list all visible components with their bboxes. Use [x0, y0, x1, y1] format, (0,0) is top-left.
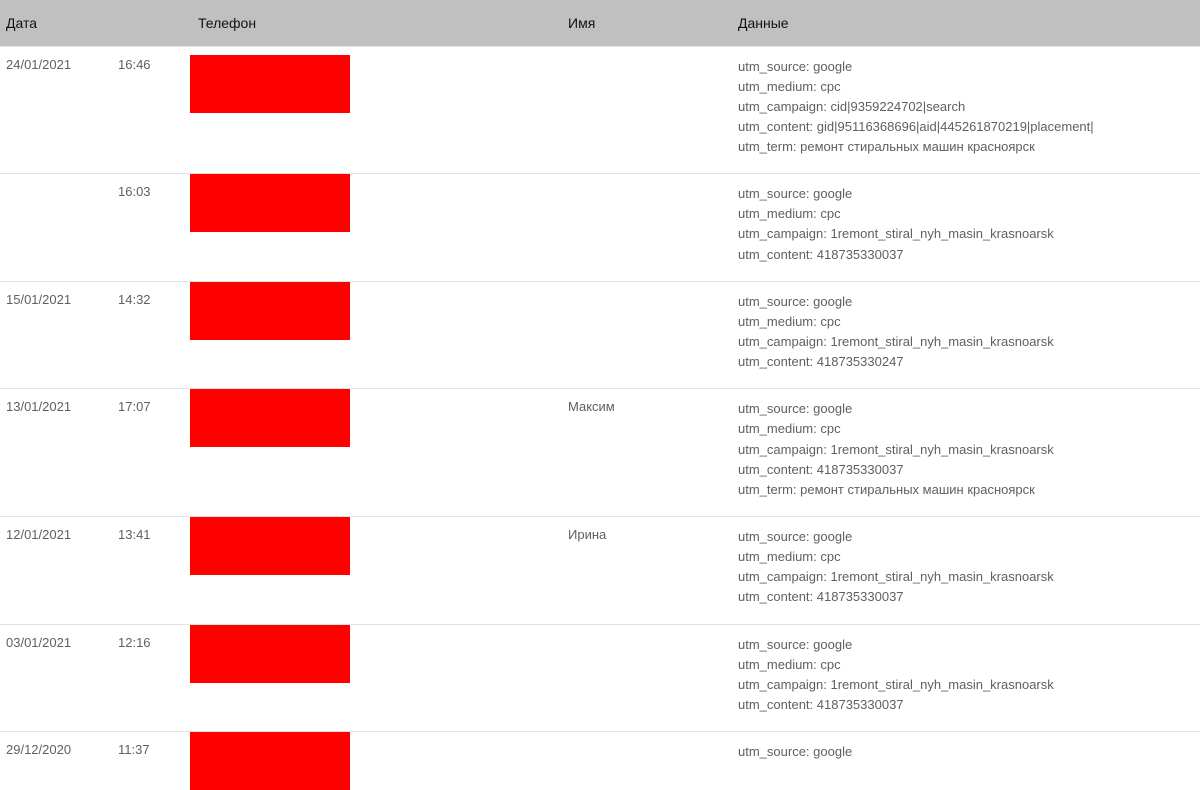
cell-data: utm_source: googleutm_medium: cpcutm_cam… [730, 281, 1200, 389]
phone-redacted-block [190, 55, 350, 113]
data-line: utm_source: google [738, 57, 1192, 77]
cell-name [560, 732, 730, 779]
cell-date [0, 174, 110, 282]
data-line: utm_campaign: 1remont_stiral_nyh_masin_k… [738, 224, 1192, 244]
col-header-phone: Телефон [190, 0, 560, 46]
phone-redacted-block [190, 517, 350, 575]
cell-name: Ирина [560, 517, 730, 625]
data-line: utm_source: google [738, 399, 1192, 419]
data-line: utm_medium: cpc [738, 547, 1192, 567]
cell-date: 15/01/2021 [0, 281, 110, 389]
data-line: utm_campaign: 1remont_stiral_nyh_masin_k… [738, 567, 1192, 587]
data-line: utm_campaign: 1remont_stiral_nyh_masin_k… [738, 675, 1192, 695]
data-line: utm_medium: cpc [738, 77, 1192, 97]
cell-data: utm_source: googleutm_medium: cpcutm_cam… [730, 624, 1200, 732]
cell-time: 12:16 [110, 624, 190, 732]
leads-table: Дата Телефон Имя Данные 24/01/202116:46 u… [0, 0, 1200, 778]
data-line: utm_campaign: 1remont_stiral_nyh_masin_k… [738, 440, 1192, 460]
data-line: utm_campaign: 1remont_stiral_nyh_masin_k… [738, 332, 1192, 352]
cell-phone [190, 732, 560, 779]
data-line: utm_content: 418735330247 [738, 352, 1192, 372]
cell-data: utm_source: google [730, 732, 1200, 779]
cell-phone [190, 517, 560, 625]
cell-name [560, 281, 730, 389]
data-line: utm_content: 418735330037 [738, 695, 1192, 715]
phone-redacted-block [190, 174, 350, 232]
cell-name [560, 624, 730, 732]
cell-time: 16:46 [110, 46, 190, 174]
cell-data: utm_source: googleutm_medium: cpcutm_cam… [730, 46, 1200, 174]
cell-name: Максим [560, 389, 730, 517]
cell-name [560, 46, 730, 174]
phone-redacted-block [190, 389, 350, 447]
data-line: utm_source: google [738, 635, 1192, 655]
data-line: utm_medium: cpc [738, 312, 1192, 332]
cell-date: 03/01/2021 [0, 624, 110, 732]
cell-phone [190, 174, 560, 282]
table-header-row: Дата Телефон Имя Данные [0, 0, 1200, 46]
data-line: utm_content: 418735330037 [738, 587, 1192, 607]
table-row: 13/01/202117:07Максимutm_source: googleu… [0, 389, 1200, 517]
col-header-date: Дата [0, 0, 110, 46]
table-row: 03/01/202112:16 utm_source: googleutm_med… [0, 624, 1200, 732]
data-line: utm_campaign: cid|9359224702|search [738, 97, 1192, 117]
cell-data: utm_source: googleutm_medium: cpcutm_cam… [730, 174, 1200, 282]
phone-redacted-block [190, 732, 350, 790]
cell-data: utm_source: googleutm_medium: cpcutm_cam… [730, 517, 1200, 625]
cell-time: 17:07 [110, 389, 190, 517]
table-row: 29/12/202011:37 utm_source: google [0, 732, 1200, 779]
data-line: utm_medium: cpc [738, 419, 1192, 439]
table-row: 15/01/202114:32 utm_source: googleutm_med… [0, 281, 1200, 389]
data-line: utm_content: 418735330037 [738, 460, 1192, 480]
table-row: 12/01/202113:41Иринаutm_source: googleut… [0, 517, 1200, 625]
cell-phone [190, 281, 560, 389]
data-line: utm_medium: cpc [738, 204, 1192, 224]
data-line: utm_term: ремонт стиральных машин красно… [738, 137, 1192, 157]
cell-date: 13/01/2021 [0, 389, 110, 517]
cell-phone [190, 46, 560, 174]
cell-data: utm_source: googleutm_medium: cpcutm_cam… [730, 389, 1200, 517]
cell-phone [190, 389, 560, 517]
cell-time: 14:32 [110, 281, 190, 389]
cell-date: 24/01/2021 [0, 46, 110, 174]
data-line: utm_source: google [738, 184, 1192, 204]
data-line: utm_source: google [738, 292, 1192, 312]
phone-redacted-block [190, 282, 350, 340]
cell-time: 16:03 [110, 174, 190, 282]
data-line: utm_term: ремонт стиральных машин красно… [738, 480, 1192, 500]
cell-date: 29/12/2020 [0, 732, 110, 779]
data-line: utm_medium: cpc [738, 655, 1192, 675]
data-line: utm_content: gid|95116368696|aid|4452618… [738, 117, 1192, 137]
table-row: 24/01/202116:46 utm_source: googleutm_med… [0, 46, 1200, 174]
data-line: utm_source: google [738, 742, 1192, 762]
table-row: 16:03utm_source: googleutm_medium: cpcut… [0, 174, 1200, 282]
cell-name [560, 174, 730, 282]
data-line: utm_content: 418735330037 [738, 245, 1192, 265]
col-header-time [110, 0, 190, 46]
col-header-data: Данные [730, 0, 1200, 46]
cell-phone [190, 624, 560, 732]
cell-time: 11:37 [110, 732, 190, 779]
phone-redacted-block [190, 625, 350, 683]
col-header-name: Имя [560, 0, 730, 46]
data-line: utm_source: google [738, 527, 1192, 547]
cell-date: 12/01/2021 [0, 517, 110, 625]
cell-time: 13:41 [110, 517, 190, 625]
